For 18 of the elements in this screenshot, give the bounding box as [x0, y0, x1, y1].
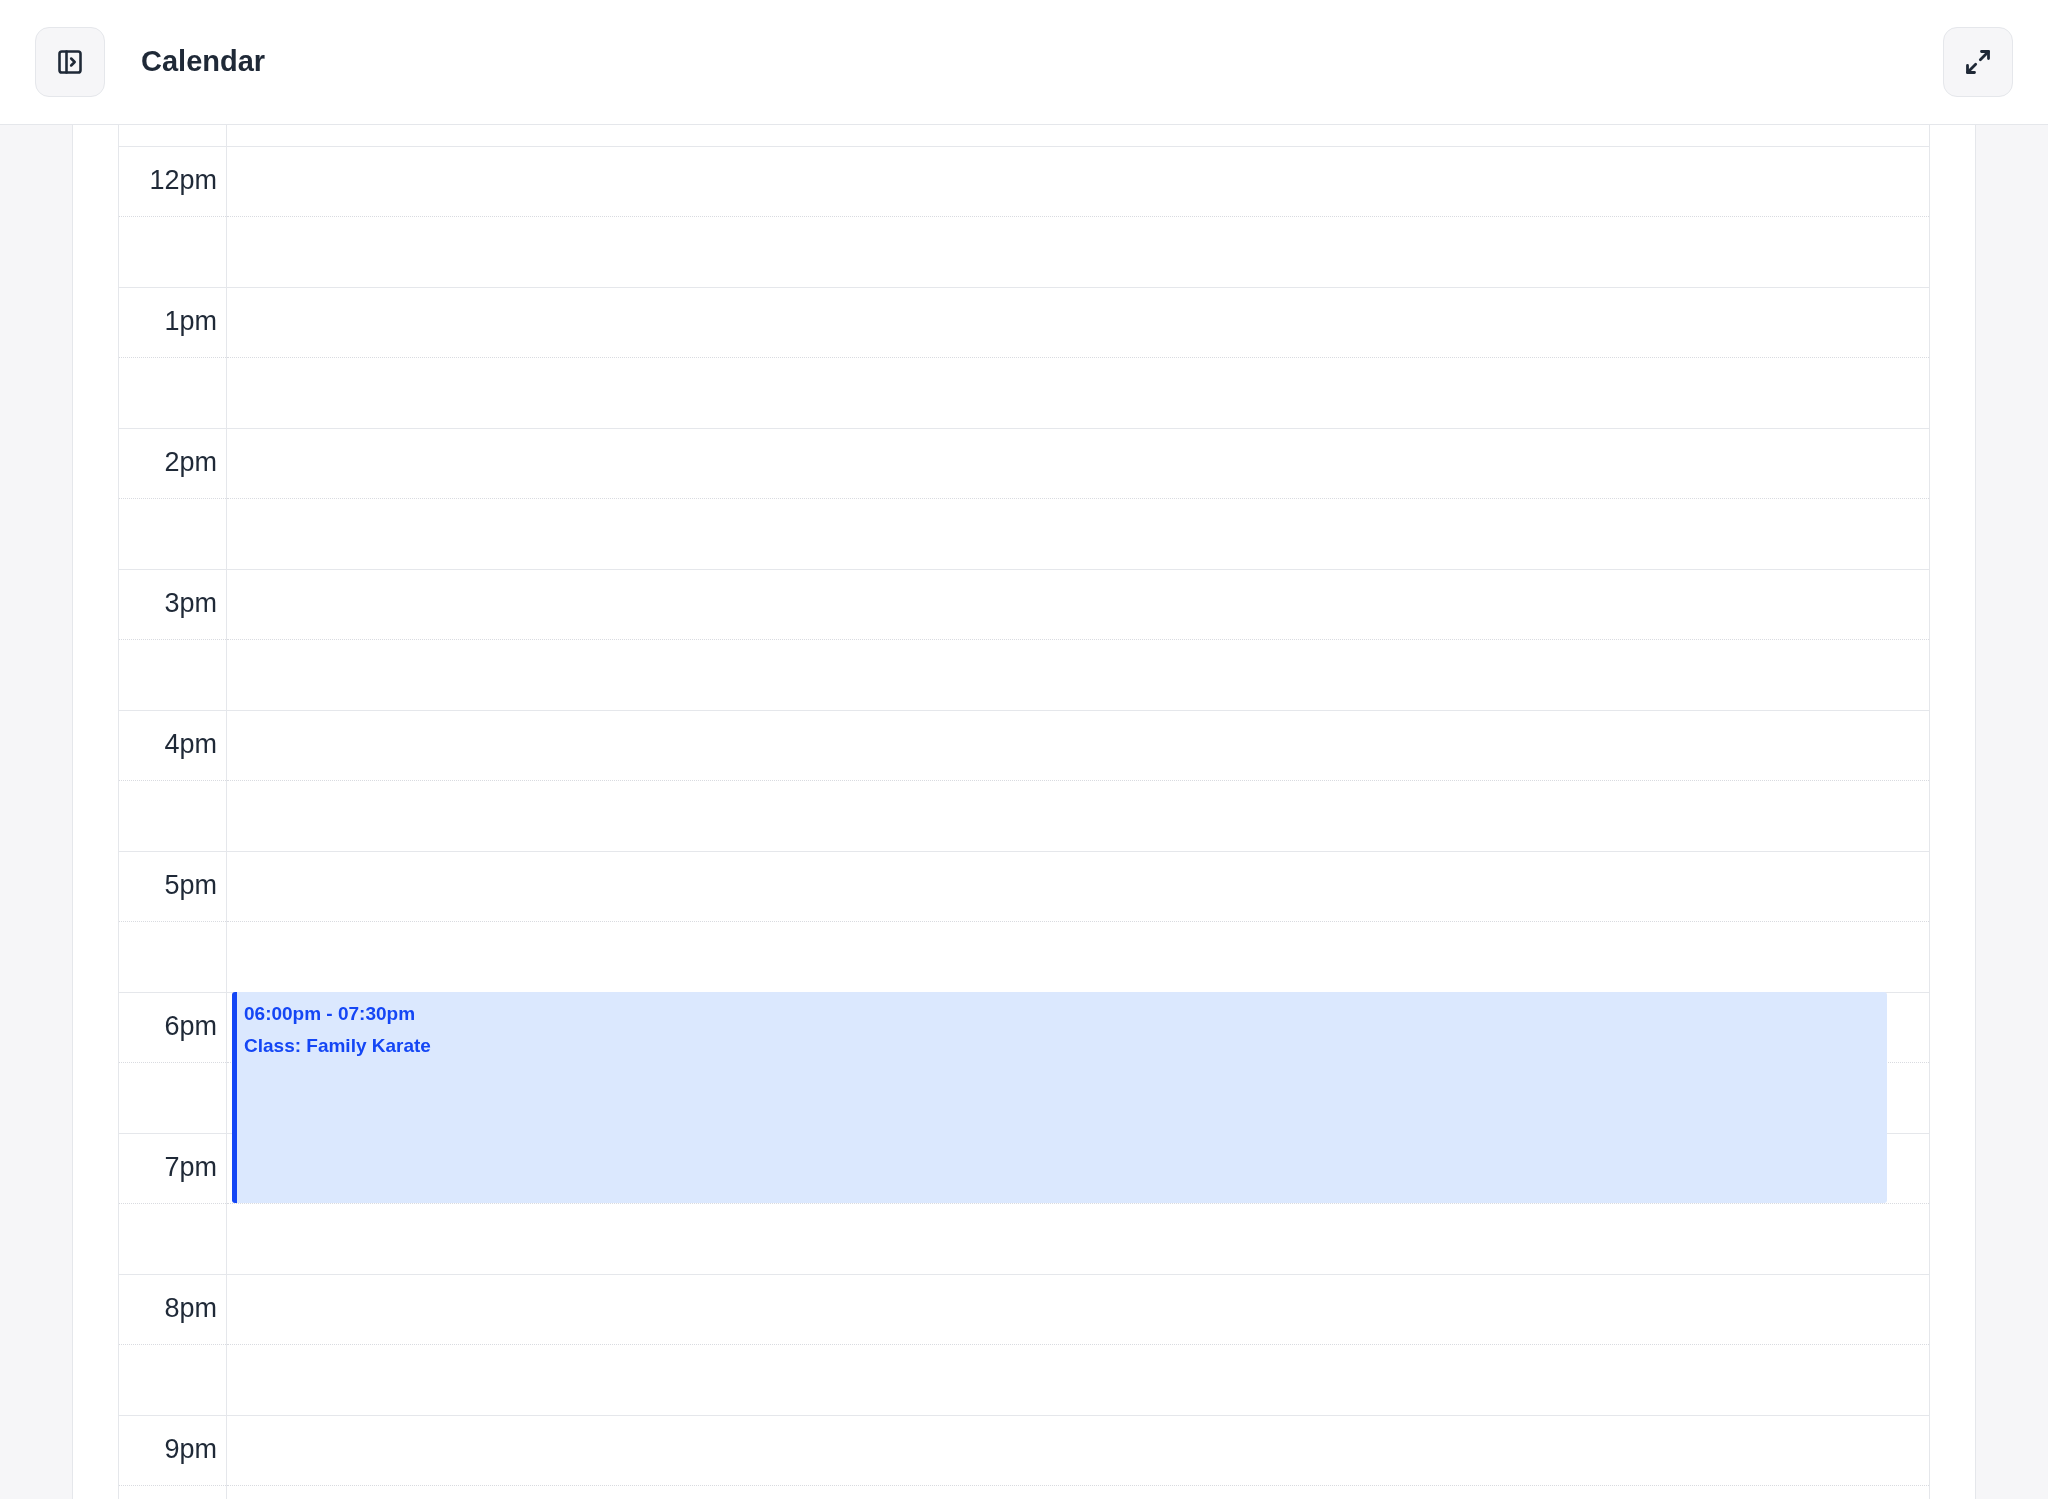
hour-label: 6pm — [164, 1010, 217, 1043]
sidebar-toggle-button[interactable] — [35, 27, 105, 97]
hour-label: 1pm — [164, 305, 217, 338]
event-card[interactable]: 06:00pm - 07:30pm Class: Family Karate — [232, 992, 1887, 1203]
event-time: 06:00pm - 07:30pm — [244, 1002, 416, 1026]
hour-label: 2pm — [164, 446, 217, 479]
hour-label: 4pm — [164, 728, 217, 761]
hour-label: 3pm — [164, 587, 217, 620]
hour-label: 8pm — [164, 1292, 217, 1325]
hour-label: 9pm — [164, 1433, 217, 1466]
sidebar-toggle-icon — [56, 48, 84, 76]
page-title: Calendar — [141, 44, 266, 80]
expand-button[interactable] — [1943, 27, 2013, 97]
hour-label: 5pm — [164, 869, 217, 902]
hour-label: 12pm — [149, 164, 217, 197]
hour-label: 7pm — [164, 1151, 217, 1184]
event-title: Class: Family Karate — [244, 1034, 431, 1058]
expand-icon — [1964, 48, 1992, 76]
